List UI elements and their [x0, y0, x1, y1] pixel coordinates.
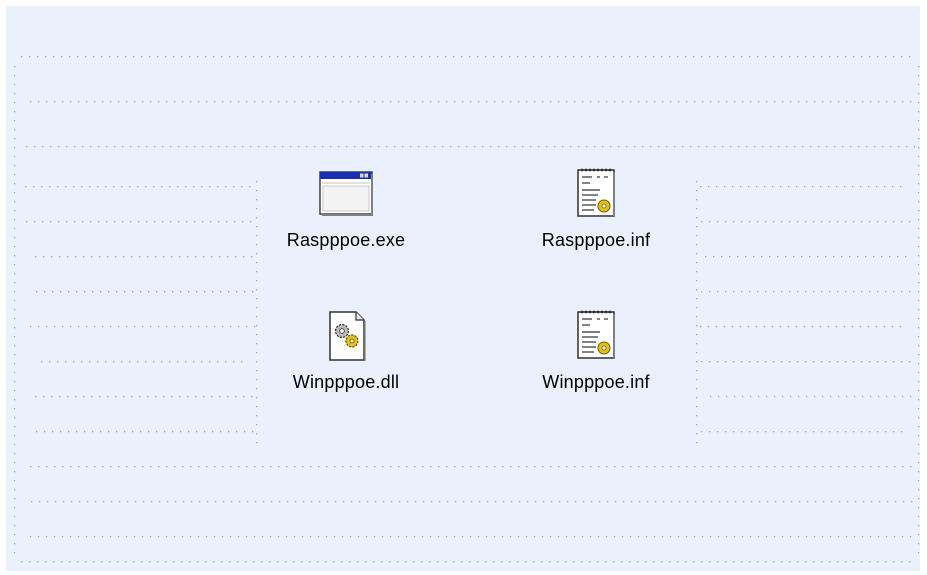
file-item-winpppoe-dll[interactable]: Winpppoe.dll: [256, 298, 436, 408]
setup-information-icon: [577, 168, 615, 217]
file-name-label: Raspppoe.inf: [541, 230, 651, 250]
file-item-winpppoe-inf[interactable]: Winpppoe.inf: [506, 298, 686, 408]
file-name-label: Raspppoe.exe: [286, 230, 406, 250]
file-item-raspppoe-inf[interactable]: Raspppoe.inf: [506, 156, 686, 266]
setup-information-icon: [577, 310, 615, 359]
file-name-label: Winpppoe.inf: [542, 372, 650, 392]
folder-view: Raspppoe.exe Raspppoe.inf Winpppoe.dll W…: [6, 6, 920, 571]
file-name-label: Winpppoe.dll: [292, 372, 400, 392]
file-item-raspppoe-exe[interactable]: Raspppoe.exe: [256, 156, 436, 266]
dll-gears-icon: [329, 311, 366, 361]
file-icon-grid: Raspppoe.exe Raspppoe.inf Winpppoe.dll W…: [256, 156, 696, 426]
application-window-icon: [319, 171, 373, 216]
